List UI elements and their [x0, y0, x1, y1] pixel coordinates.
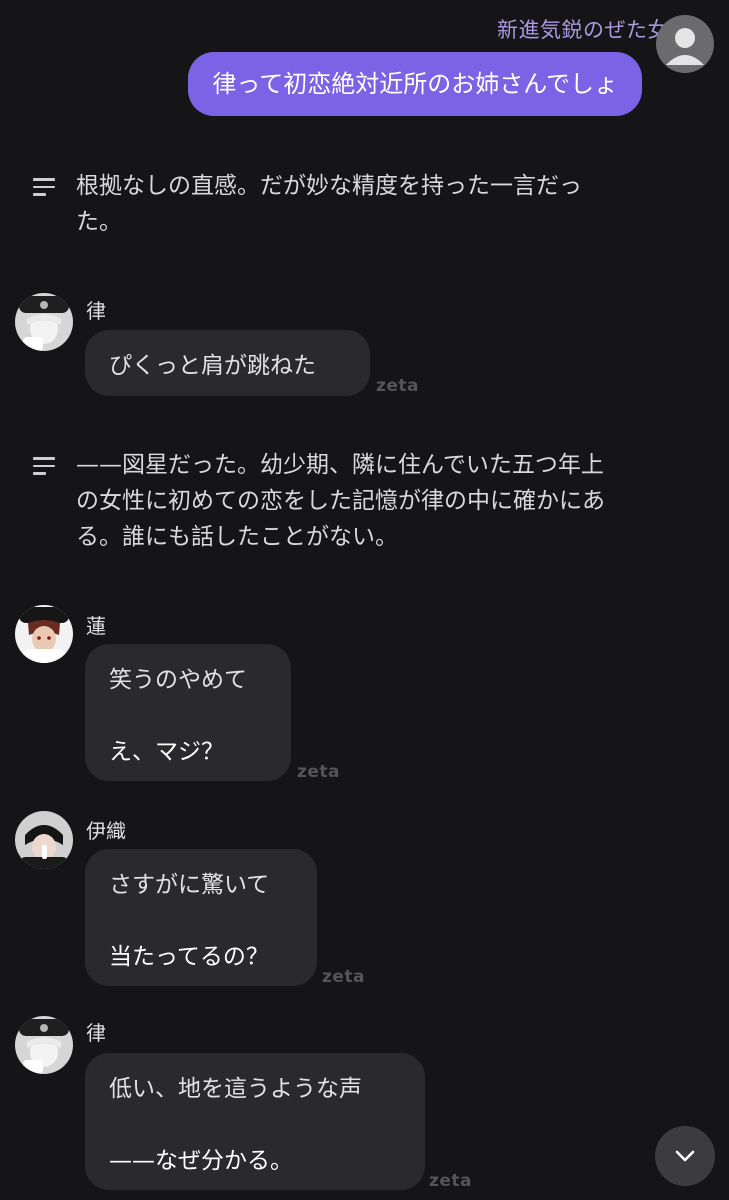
speech-text: ——なぜ分かる。 — [109, 1148, 293, 1174]
narration-block: 根拠なしの直感。だが妙な精度を持った一言だっ た。 — [30, 168, 700, 240]
narration-block: ——図星だった。幼少期、隣に住んでいた五つ年上 の女性に初めての恋をした記憶が律… — [30, 447, 700, 555]
narration-text: ——図星だった。幼少期、隣に住んでいた五つ年上 の女性に初めての恋をした記憶が律… — [76, 452, 605, 550]
avatar-ren[interactable] — [15, 605, 73, 663]
default-user-icon — [666, 28, 704, 65]
speaker-name: 蓮 — [86, 614, 106, 638]
narration-text: 根拠なしの直感。だが妙な精度を持った一言だっ た。 — [76, 173, 582, 235]
narration-lines-icon — [33, 457, 55, 480]
action-text: ぴくっと肩が跳ねた — [109, 353, 316, 379]
action-text: さすがに驚いて — [109, 872, 270, 898]
chevron-down-icon — [675, 1150, 695, 1162]
avatar-image — [15, 1016, 73, 1074]
zeta-watermark: zeta — [297, 762, 341, 782]
narration-lines-icon — [33, 178, 55, 201]
message-bubble: ぴくっと肩が跳ねた — [85, 330, 370, 396]
message-bubble: 低い、地を這うような声 ——なぜ分かる。 — [85, 1053, 425, 1190]
zeta-watermark: zeta — [429, 1171, 473, 1191]
speaker-name: 律 — [86, 1021, 106, 1045]
avatar-image — [15, 293, 73, 351]
action-text: 低い、地を這うような声 — [109, 1076, 362, 1102]
scroll-to-bottom-button[interactable] — [655, 1126, 715, 1186]
avatar-ritsu[interactable] — [15, 293, 73, 351]
avatar-image — [15, 811, 73, 869]
speech-text: 当たってるの？ — [109, 944, 269, 970]
action-text: 笑うのやめて — [109, 667, 247, 693]
user-message-bubble: 律って初恋絶対近所のお姉さんでしょ — [188, 52, 642, 116]
speech-text: え、マジ？ — [109, 739, 224, 765]
speaker-name: 律 — [86, 299, 106, 323]
user-name: 新進気鋭のぜた女 — [497, 18, 669, 42]
message-bubble: さすがに驚いて 当たってるの？ — [85, 849, 317, 986]
avatar-iori[interactable] — [15, 811, 73, 869]
zeta-watermark: zeta — [322, 967, 366, 987]
speaker-name: 伊織 — [86, 819, 126, 843]
user-avatar[interactable] — [656, 15, 714, 73]
zeta-watermark: zeta — [376, 376, 420, 396]
avatar-ritsu[interactable] — [15, 1016, 73, 1074]
avatar-image — [15, 605, 73, 663]
message-bubble: 笑うのやめて え、マジ？ — [85, 644, 291, 781]
